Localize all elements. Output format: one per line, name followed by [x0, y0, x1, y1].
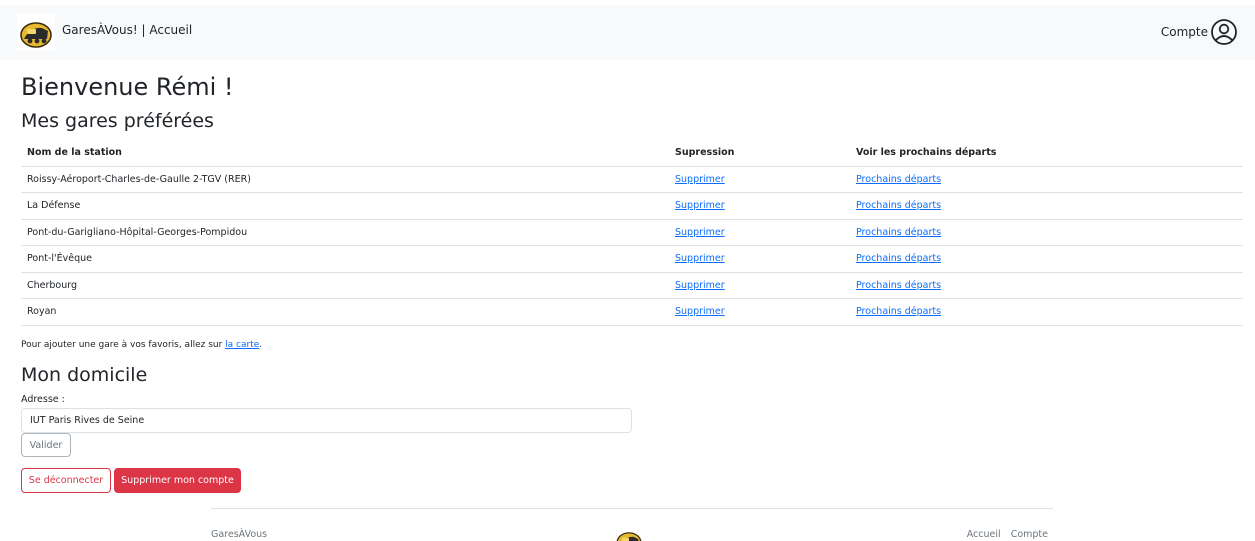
favorites-hint: Pour ajouter une gare à vos favoris, all… [21, 340, 262, 350]
departures-link[interactable]: Prochains départs [856, 306, 941, 317]
delete-link[interactable]: Supprimer [675, 200, 725, 211]
departures-link[interactable]: Prochains départs [856, 253, 941, 264]
footer-nav: Accueil Compte [967, 529, 1048, 540]
delete-link[interactable]: Supprimer [675, 280, 725, 291]
address-input[interactable] [21, 408, 632, 433]
footer-divider [211, 508, 1053, 509]
table-row: Pont-l'Évêque Supprimer Prochains départ… [21, 245, 1243, 273]
welcome-heading: Bienvenue Rémi ! [21, 73, 234, 101]
station-name: Cherbourg [21, 272, 669, 299]
station-name: La Défense [21, 192, 669, 220]
table-header-row: Nom de la station Supression Voir les pr… [21, 140, 1243, 167]
footer-logo[interactable] [614, 525, 644, 541]
column-header-delete: Supression [669, 140, 850, 167]
footer-link-home[interactable]: Accueil [967, 529, 1001, 540]
delete-link[interactable]: Supprimer [675, 174, 725, 185]
station-name: Pont-l'Évêque [21, 245, 669, 273]
table-row: Pont-du-Garigliano-Hôpital-Georges-Pompi… [21, 219, 1243, 246]
column-header-departures: Voir les prochains départs [850, 140, 1243, 167]
logout-button[interactable]: Se déconnecter [21, 468, 111, 493]
table-row: Roissy-Aéroport-Charles-de-Gaulle 2-TGV … [21, 166, 1243, 193]
gold-locomotive-logo-icon [20, 22, 52, 48]
departures-link[interactable]: Prochains départs [856, 280, 941, 291]
delete-account-button[interactable]: Supprimer mon compte [114, 468, 241, 493]
delete-link[interactable]: Supprimer [675, 306, 725, 317]
station-name: Pont-du-Garigliano-Hôpital-Georges-Pompi… [21, 219, 669, 246]
favorites-heading: Mes gares préférées [21, 110, 214, 132]
account-label[interactable]: Compte [1161, 25, 1208, 39]
hint-prefix: Pour ajouter une gare à vos favoris, all… [21, 340, 226, 350]
footer-link-account[interactable]: Compte [1011, 529, 1048, 540]
table-row: La Défense Supprimer Prochains départs [21, 192, 1243, 220]
account-menu[interactable]: Compte [1161, 18, 1238, 46]
address-label: Adresse : [21, 394, 65, 405]
hint-suffix: . [259, 340, 263, 350]
home-heading: Mon domicile [21, 364, 148, 386]
delete-link[interactable]: Supprimer [675, 227, 725, 238]
table-row: Cherbourg Supprimer Prochains départs [21, 272, 1243, 299]
table-row: Royan Supprimer Prochains départs [21, 298, 1243, 326]
footer-brand: GaresÀVous [211, 529, 268, 540]
departures-link[interactable]: Prochains départs [856, 200, 941, 211]
column-header-station: Nom de la station [21, 140, 669, 167]
brand-logo[interactable] [17, 13, 55, 51]
favorites-table: Nom de la station Supression Voir les pr… [21, 140, 1243, 326]
validate-button[interactable]: Valider [21, 433, 71, 457]
station-name: Roissy-Aéroport-Charles-de-Gaulle 2-TGV … [21, 166, 669, 193]
departures-link[interactable]: Prochains départs [856, 174, 941, 185]
station-name: Royan [21, 298, 669, 326]
delete-link[interactable]: Supprimer [675, 253, 725, 264]
top-navbar: GaresÀVous! | Accueil Compte [0, 5, 1255, 60]
user-circle-icon[interactable] [1210, 18, 1238, 46]
brand-title[interactable]: GaresÀVous! | Accueil [62, 23, 192, 37]
gold-locomotive-logo-icon [616, 532, 642, 541]
departures-link[interactable]: Prochains départs [856, 227, 941, 238]
map-link[interactable]: la carte [225, 340, 259, 350]
